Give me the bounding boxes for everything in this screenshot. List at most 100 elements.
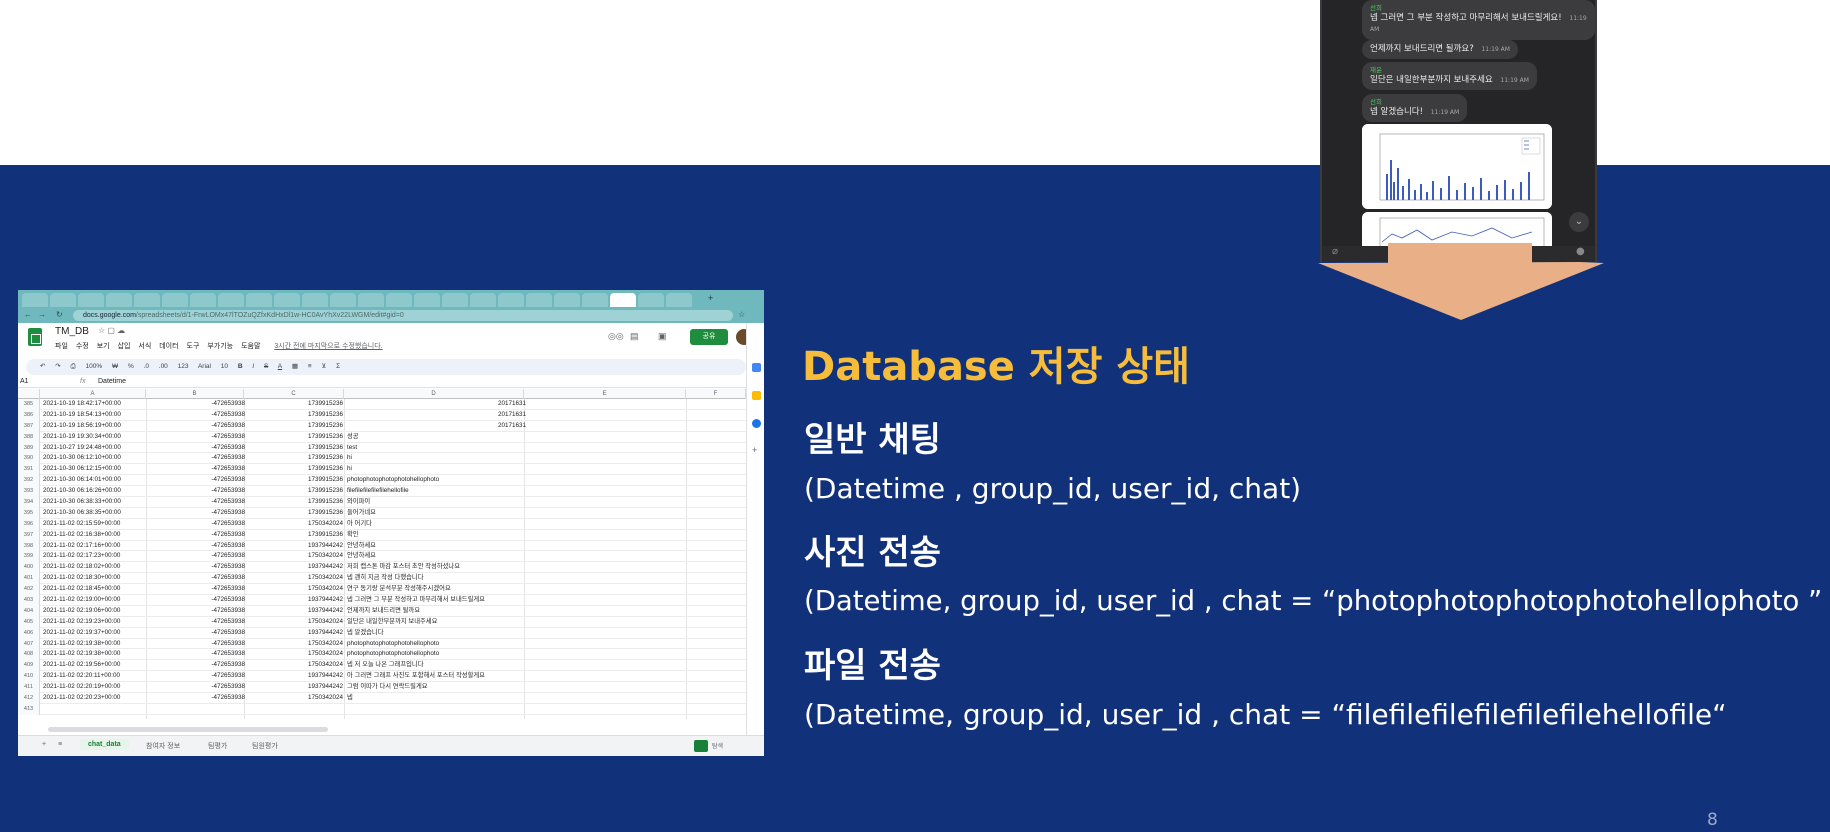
table-row[interactable]: 410 2021-11-02 02:20:11+00:00 -472653938 19… <box>18 671 746 683</box>
table-row[interactable]: 411 2021-11-02 02:20:19+00:00 -472653938 19… <box>18 682 746 694</box>
cell-chat[interactable]: 언제까지 보내드리면 될까요 <box>347 606 562 617</box>
cell-user-id[interactable]: 1937944242 <box>247 628 343 639</box>
new-tab-icon[interactable]: + <box>708 293 713 303</box>
table-row[interactable]: 385 2021-10-19 18:42:17+00:00 -472653938 17… <box>18 399 746 410</box>
cell-datetime[interactable]: 2021-11-02 02:19:06+00:00 <box>43 606 147 617</box>
cell-group-id[interactable]: -472653938 <box>149 453 245 464</box>
chevron-down-icon[interactable]: ⌄ <box>1569 212 1589 232</box>
cell-group-id[interactable]: -472653938 <box>149 421 245 432</box>
cell-datetime[interactable]: 2021-10-30 06:12:10+00:00 <box>43 453 147 464</box>
add-addon-icon[interactable]: + <box>752 445 757 455</box>
table-row[interactable]: 399 2021-11-02 02:17:23+00:00 -472653938 17… <box>18 551 746 563</box>
browser-tab[interactable] <box>666 293 692 307</box>
star-icon[interactable]: ☆ <box>738 310 745 319</box>
sheet-tab[interactable]: 팀평가 <box>208 741 227 751</box>
cell-user-id[interactable]: 1739915236 <box>247 486 343 497</box>
url-field[interactable]: docs.google.com/spreadsheets/d/1-FrwLOMx… <box>73 310 733 321</box>
functions-icon[interactable]: Σ <box>336 363 340 370</box>
cell-group-id[interactable]: -472653938 <box>149 530 245 541</box>
increase-decimal-button[interactable]: .00 <box>159 363 168 370</box>
table-row[interactable]: 390 2021-10-30 06:12:10+00:00 -472653938 17… <box>18 453 746 465</box>
cell-user-id[interactable]: 1739915236 <box>247 453 343 464</box>
cell-user-id[interactable]: 1739915236 <box>247 508 343 519</box>
browser-tab[interactable] <box>218 293 244 307</box>
comment-icon[interactable]: ▤ <box>630 331 639 342</box>
horizontal-scrollbar[interactable] <box>48 727 328 732</box>
cell-group-id[interactable] <box>149 704 245 715</box>
cell-group-id[interactable]: -472653938 <box>149 551 245 562</box>
cell-group-id[interactable]: -472653938 <box>149 606 245 617</box>
share-button[interactable]: 공유 <box>690 329 728 345</box>
cell-chat[interactable]: 20171631 <box>347 399 526 410</box>
cell-chat[interactable]: 넵 그러면 그 부분 작성하고 마무리해서 보내드릴게요 <box>347 595 562 606</box>
table-row[interactable]: 409 2021-11-02 02:19:56+00:00 -472653938 17… <box>18 660 746 672</box>
cell-chat[interactable]: 안녕하세요 <box>347 541 562 552</box>
table-row[interactable]: 407 2021-11-02 02:19:38+00:00 -472653938 17… <box>18 638 746 650</box>
cell-group-id[interactable]: -472653938 <box>149 464 245 475</box>
cell-chat[interactable]: 확인 <box>347 530 562 541</box>
cell-chat[interactable]: 저희 캡스톤 마감 포스터 초안 작성하셨나요 <box>347 562 562 573</box>
menu-item[interactable]: 데이터 <box>159 343 178 350</box>
cell-user-id[interactable]: 1937944242 <box>247 595 343 606</box>
row-number[interactable]: 397 <box>18 529 40 541</box>
cell-user-id[interactable]: 1739915236 <box>247 475 343 486</box>
row-number[interactable]: 385 <box>18 399 40 410</box>
cell-datetime[interactable]: 2021-11-02 02:19:23+00:00 <box>43 617 147 628</box>
table-row[interactable]: 413 <box>18 703 746 715</box>
zoom-select[interactable]: 100% <box>86 363 103 370</box>
cell-user-id[interactable]: 1739915236 <box>247 464 343 475</box>
doc-title[interactable]: TM_DB <box>55 326 89 337</box>
cell-user-id[interactable]: 1750342024 <box>247 639 343 650</box>
column-header[interactable]: A <box>40 389 146 399</box>
cell-datetime[interactable]: 2021-11-02 02:17:16+00:00 <box>43 541 147 552</box>
cell-group-id[interactable]: -472653938 <box>149 671 245 682</box>
cell-chat[interactable]: 성공 <box>347 432 562 443</box>
cell-chat[interactable]: photophotophotophotohellophoto <box>347 649 562 660</box>
sheet-tab-active[interactable]: chat_data <box>80 739 129 750</box>
cell-group-id[interactable]: -472653938 <box>149 573 245 584</box>
row-number[interactable]: 409 <box>18 660 40 672</box>
table-row[interactable]: 395 2021-10-30 06:38:35+00:00 -472653938 17… <box>18 507 746 519</box>
row-number[interactable]: 400 <box>18 562 40 574</box>
column-header[interactable]: C <box>244 389 344 399</box>
cell-chat[interactable]: photophotophotophotohellophoto <box>347 475 562 486</box>
cell-datetime[interactable] <box>43 704 147 715</box>
last-edit-link[interactable]: 3시간 전에 마지막으로 수정했습니다. <box>274 343 382 350</box>
cell-user-id[interactable] <box>247 704 343 715</box>
table-row[interactable]: 388 2021-10-19 19:30:34+00:00 -472653938 17… <box>18 431 746 443</box>
cell-datetime[interactable]: 2021-11-02 02:17:23+00:00 <box>43 551 147 562</box>
cell-user-id[interactable]: 1937944242 <box>247 562 343 573</box>
star-icon[interactable]: ☆ ▢ ☁ <box>98 326 125 335</box>
browser-tab[interactable] <box>498 293 524 307</box>
table-row[interactable]: 392 2021-10-30 06:14:01+00:00 -472653938 17… <box>18 475 746 487</box>
name-box[interactable]: A1 <box>20 376 70 388</box>
explore-label[interactable]: 탐색 <box>712 741 723 750</box>
row-number[interactable]: 411 <box>18 682 40 694</box>
cell-chat[interactable]: 20171631 <box>347 410 526 421</box>
tasks-icon[interactable] <box>752 419 761 428</box>
row-number[interactable]: 398 <box>18 540 40 552</box>
table-row[interactable]: 405 2021-11-02 02:19:23+00:00 -472653938 17… <box>18 616 746 628</box>
cell-datetime[interactable]: 2021-10-27 19:24:48+00:00 <box>43 443 147 454</box>
cell-user-id[interactable]: 1739915236 <box>247 410 343 421</box>
row-number[interactable]: 396 <box>18 518 40 530</box>
browser-tab[interactable] <box>638 293 664 307</box>
browser-tab[interactable] <box>50 293 76 307</box>
row-number[interactable]: 394 <box>18 497 40 508</box>
menu-item[interactable]: 삽입 <box>118 343 131 350</box>
row-number[interactable]: 410 <box>18 671 40 683</box>
menu-item[interactable]: 파일 <box>55 343 68 350</box>
table-row[interactable]: 394 2021-10-30 06:38:33+00:00 -472653938 17… <box>18 497 746 508</box>
cell-datetime[interactable]: 2021-11-02 02:19:38+00:00 <box>43 649 147 660</box>
font-size-select[interactable]: 10 <box>221 363 228 370</box>
cell-user-id[interactable]: 1937944242 <box>247 606 343 617</box>
cell-datetime[interactable]: 2021-11-02 02:20:19+00:00 <box>43 682 147 693</box>
cell-datetime[interactable]: 2021-11-02 02:19:00+00:00 <box>43 595 147 606</box>
menu-item[interactable]: 도움말 <box>241 343 260 350</box>
cell-user-id[interactable]: 1750342024 <box>247 617 343 628</box>
row-number[interactable]: 412 <box>18 693 40 704</box>
cell-chat[interactable]: 안녕하세요 <box>347 551 562 562</box>
browser-tab[interactable] <box>78 293 104 307</box>
cell-group-id[interactable]: -472653938 <box>149 541 245 552</box>
cell-chat[interactable]: photophotophotophotohellophoto <box>347 639 562 650</box>
